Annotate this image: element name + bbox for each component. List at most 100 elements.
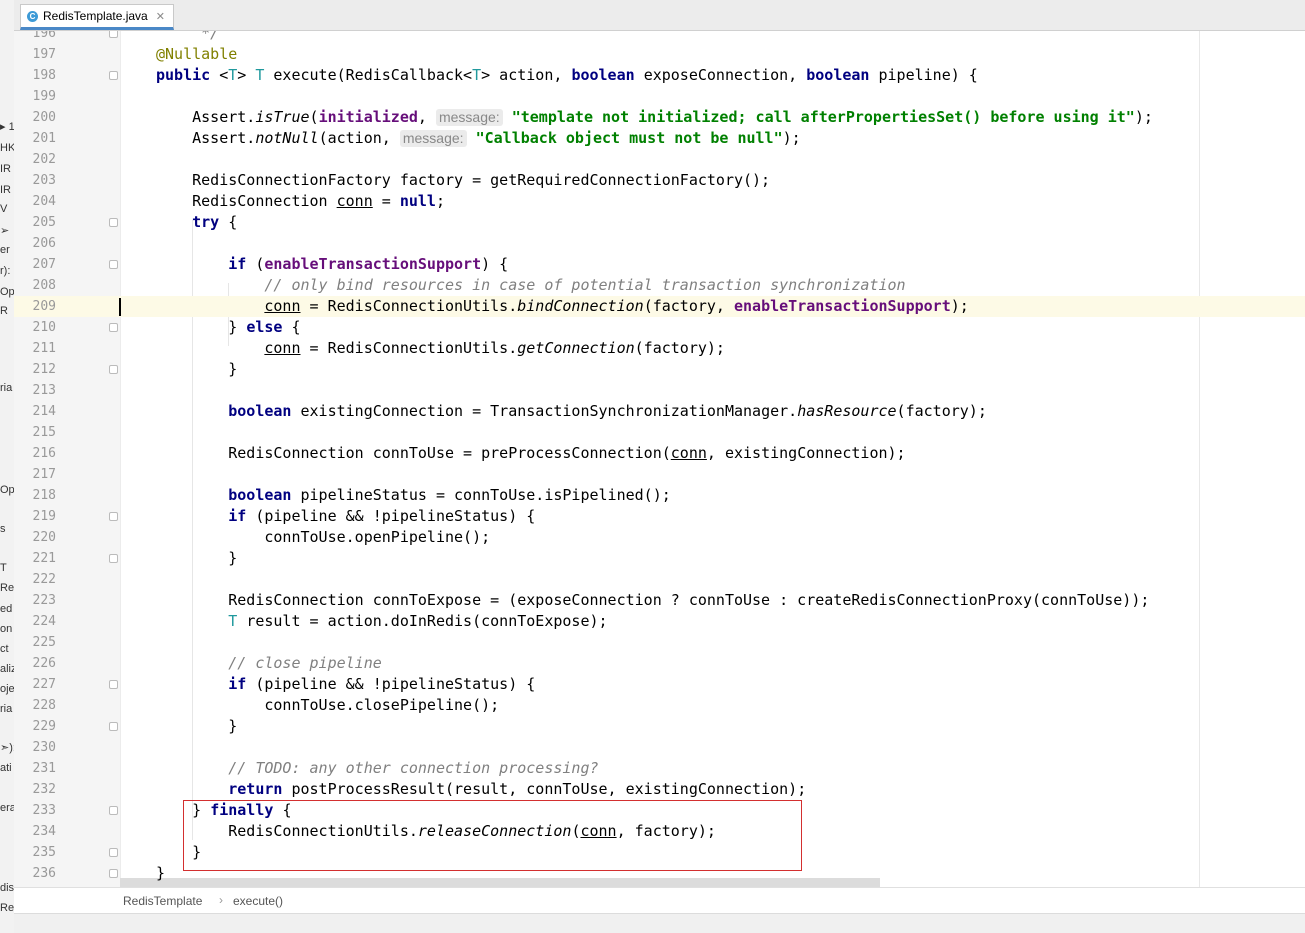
fold-marker-icon[interactable] [109,869,118,878]
code-line[interactable]: 208 // only bind resources in case of po… [14,275,1305,296]
code-line[interactable]: 202 [14,149,1305,170]
code-line[interactable]: 221 } [14,548,1305,569]
breadcrumb-class[interactable]: RedisTemplate [123,894,202,908]
fold-marker-icon[interactable] [109,848,118,857]
code-line[interactable]: 213 [14,380,1305,401]
code-token: boolean [571,66,644,84]
code-line[interactable]: 209 conn = RedisConnectionUtils.bindConn… [14,296,1305,317]
code-line[interactable]: 225 [14,632,1305,653]
code-line[interactable]: 218 boolean pipelineStatus = connToUse.i… [14,485,1305,506]
code-line[interactable]: 226 // close pipeline [14,653,1305,674]
code-line[interactable]: 224 T result = action.doInRedis(connToEx… [14,611,1305,632]
fold-marker-icon[interactable] [109,218,118,227]
code-token: = RedisConnectionUtils. [300,297,518,315]
line-number: 220 [32,530,56,545]
line-number: 228 [32,698,56,713]
line-number: 221 [32,551,56,566]
fold-marker-icon[interactable] [109,806,118,815]
project-tree-fragment: T [0,562,7,574]
code-line[interactable]: 236} [14,863,1305,884]
line-number: 217 [32,467,56,482]
close-icon[interactable]: ✕ [156,10,165,23]
tab-title: RedisTemplate.java [43,9,148,23]
code-line[interactable]: 215 [14,422,1305,443]
code-token: = [372,192,400,210]
project-tree-fragment: ct [0,643,9,655]
code-line[interactable]: 197 @Nullable [14,44,1305,65]
code-line[interactable]: 220 connToUse.openPipeline(); [14,527,1305,548]
project-tree-fragment: Op [0,286,15,298]
code-line[interactable]: 233 } finally { [14,800,1305,821]
code-token: conn [264,339,301,357]
breadcrumb-method[interactable]: execute() [233,894,283,908]
code-line[interactable]: 203 RedisConnectionFactory factory = get… [14,170,1305,191]
code-line[interactable]: 196 */ [14,31,1305,44]
line-number: 196 [32,31,56,41]
code-line[interactable]: 229 } [14,716,1305,737]
code-line[interactable]: 230 [14,737,1305,758]
code-line[interactable]: 199 [14,86,1305,107]
code-token: if [156,675,256,693]
code-text: } [156,716,237,737]
fold-marker-icon[interactable] [109,512,118,521]
line-number: 206 [32,236,56,251]
code-token: > [237,66,256,84]
code-line[interactable]: 234 RedisConnectionUtils.releaseConnecti… [14,821,1305,842]
project-tree-fragment: s [0,523,6,535]
code-line[interactable]: 200 Assert.isTrue(initialized, message: … [14,107,1305,128]
code-token: "template not initialized; call afterPro… [502,108,1135,126]
fold-marker-icon[interactable] [109,554,118,563]
code-token: } [156,801,211,819]
code-line[interactable]: 205 try { [14,212,1305,233]
line-number: 236 [32,866,56,881]
code-line[interactable]: 211 conn = RedisConnectionUtils.getConne… [14,338,1305,359]
fold-marker-icon[interactable] [109,31,118,38]
fold-marker-icon[interactable] [109,260,118,269]
code-token: */ [156,31,220,42]
code-line[interactable]: 210 } else { [14,317,1305,338]
fold-marker-icon[interactable] [109,365,118,374]
fold-marker-icon[interactable] [109,323,118,332]
code-token: enableTransactionSupport [734,297,951,315]
code-line[interactable]: 232 return postProcessResult(result, con… [14,779,1305,800]
code-line[interactable]: 217 [14,464,1305,485]
code-text: connToUse.closePipeline(); [156,695,499,716]
code-token: result = action.doInRedis(connToExpose); [246,612,608,630]
code-token: releaseConnection [417,822,572,840]
fold-marker-icon[interactable] [109,680,118,689]
code-line[interactable]: 212 } [14,359,1305,380]
code-line[interactable]: 206 [14,233,1305,254]
code-token: } [156,549,238,567]
tab-redistemplate-java[interactable]: C RedisTemplate.java ✕ [20,4,174,30]
code-line[interactable]: 219 if (pipeline && !pipelineStatus) { [14,506,1305,527]
fold-marker-icon[interactable] [109,722,118,731]
code-line[interactable]: 231 // TODO: any other connection proces… [14,758,1305,779]
code-token: > action, [481,66,572,84]
code-token: { [282,801,292,819]
code-text: } else { [156,317,300,338]
code-line[interactable]: 227 if (pipeline && !pipelineStatus) { [14,674,1305,695]
code-editor[interactable]: 196 */197 @Nullable 198 public <T> T execut… [14,31,1305,887]
line-number: 233 [32,803,56,818]
code-text: } [156,863,165,884]
line-number: 232 [32,782,56,797]
code-line[interactable]: 216 RedisConnection connToUse = preProce… [14,443,1305,464]
code-token: // only bind resources in case of potent… [156,276,906,294]
code-line[interactable]: 204 RedisConnection conn = null; [14,191,1305,212]
code-line[interactable]: 223 RedisConnection connToExpose = (expo… [14,590,1305,611]
code-line[interactable]: 198 public <T> T execute(RedisCallback<T>… [14,65,1305,86]
project-tree-fragment: HK [0,142,15,154]
code-line[interactable]: 207 if (enableTransactionSupport) { [14,254,1305,275]
project-tree-fragment: R [0,305,8,317]
code-line[interactable]: 222 [14,569,1305,590]
code-line[interactable]: 214 boolean existingConnection = Transac… [14,401,1305,422]
fold-marker-icon[interactable] [109,71,118,80]
code-line[interactable]: 228 connToUse.closePipeline(); [14,695,1305,716]
code-line[interactable]: 201 Assert.notNull(action, message: "Cal… [14,128,1305,149]
project-tree-fragment: on [0,623,13,635]
line-number: 201 [32,131,56,146]
code-line[interactable]: 235 } [14,842,1305,863]
code-token: ); [1134,108,1153,126]
project-tool-panel[interactable]: ▸ 1 HK IR IR V ➢ er r): Op Rria Op s T Re ed on ct aliz oj… [0,0,15,933]
code-token: isTrue [255,108,310,126]
